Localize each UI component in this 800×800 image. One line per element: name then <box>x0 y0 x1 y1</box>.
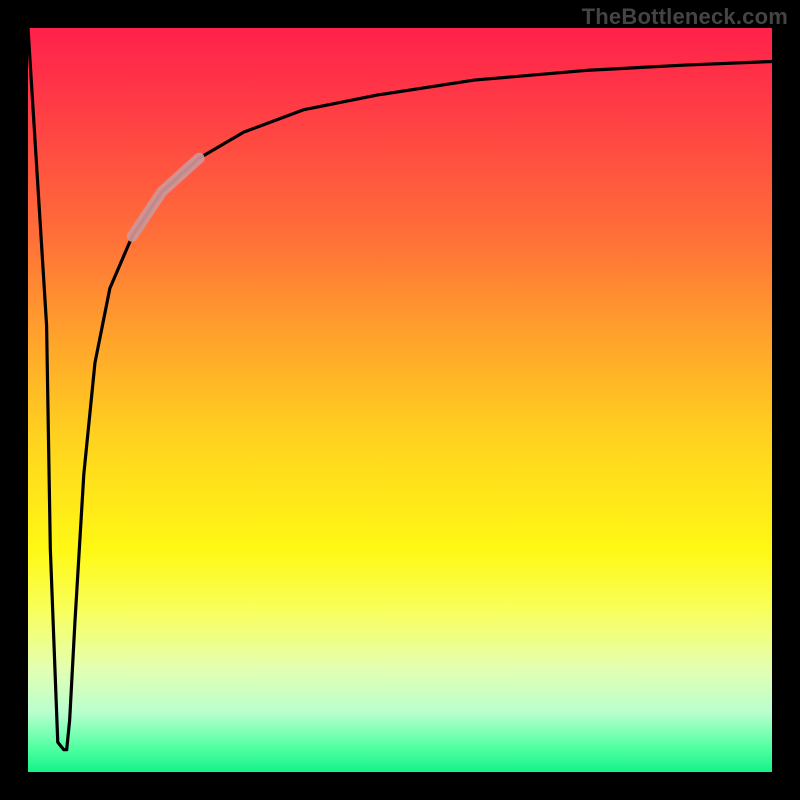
curve-layer <box>28 28 772 772</box>
main-curve <box>28 28 772 750</box>
watermark-label: TheBottleneck.com <box>582 4 788 30</box>
highlight-segment <box>132 158 199 236</box>
chart-frame: TheBottleneck.com <box>0 0 800 800</box>
